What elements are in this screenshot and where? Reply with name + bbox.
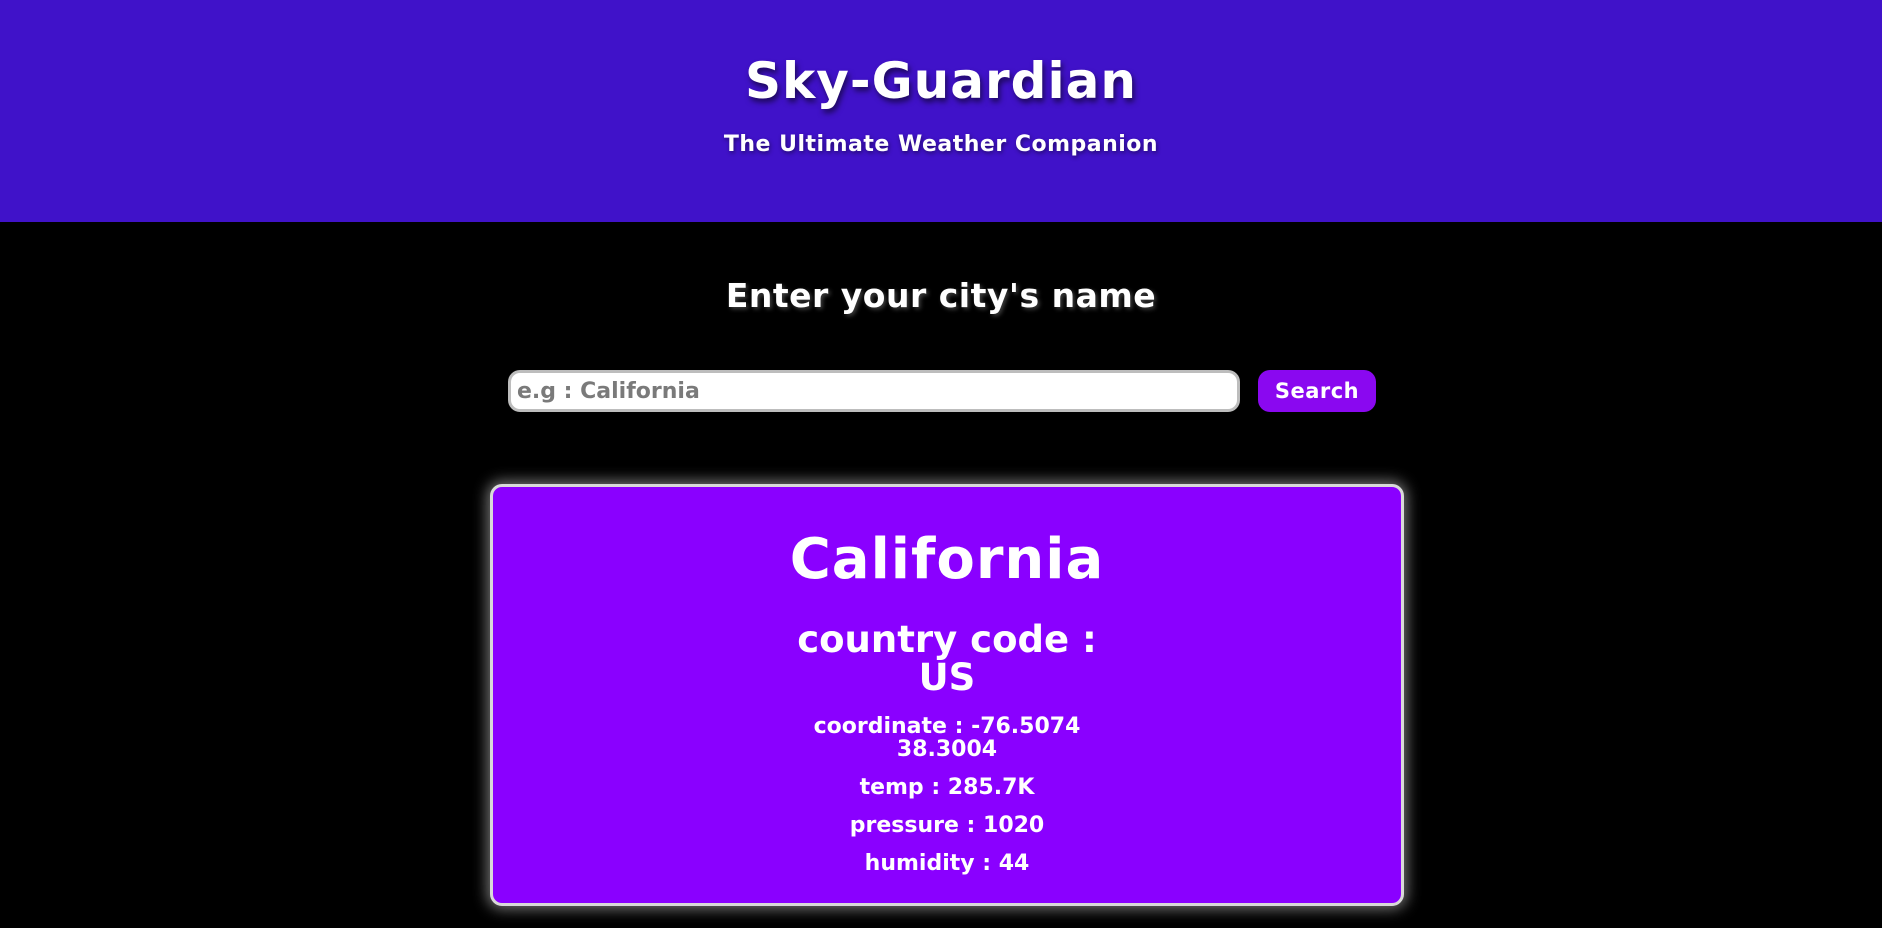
coordinate-line: coordinate : -76.5074 38.3004 [493,715,1401,761]
humidity-line: humidity : 44 [864,851,1030,876]
search-button[interactable]: Search [1258,370,1376,412]
city-search-input[interactable] [508,370,1240,412]
country-code-label: country code : [797,618,1097,661]
city-prompt-heading: Enter your city's name [725,276,1157,315]
city-name: California [789,527,1105,592]
country-code-value: US [918,656,976,699]
weather-result-card: California country code : US coordinate … [490,484,1404,906]
app-subtitle: The Ultimate Weather Companion [723,132,1159,157]
pressure-line: pressure : 1020 [849,813,1045,838]
country-code-line: country code : US [493,621,1401,697]
coordinate-latitude: 38.3004 [896,737,998,762]
app-title: Sky-Guardian [745,52,1137,110]
temperature-line: temp : 285.7K [859,775,1035,800]
coordinate-longitude: coordinate : -76.5074 [813,714,1081,739]
app-header: Sky-Guardian The Ultimate Weather Compan… [0,0,1882,222]
